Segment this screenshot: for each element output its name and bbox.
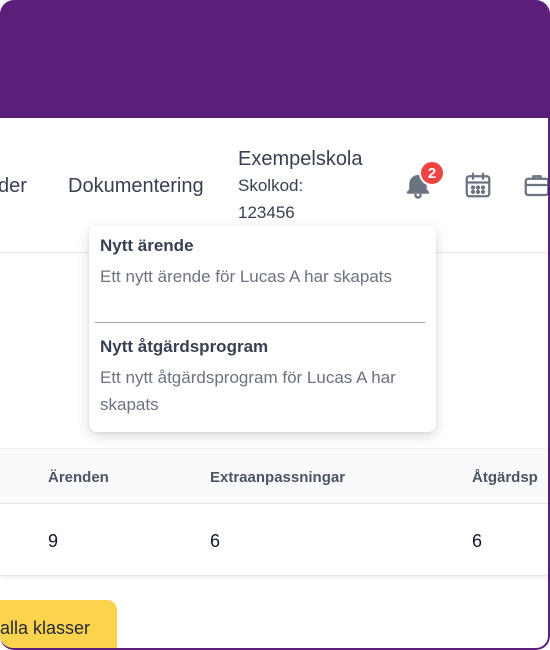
notification-text: Ett nytt åtgärdsprogram för Lucas A har … <box>100 368 396 414</box>
notification-item[interactable]: Nytt ärende Ett nytt ärende för Lucas A … <box>100 235 420 290</box>
class-table: Ärenden Extraanpassningar Åtgärdsp 9 6 6 <box>0 448 548 578</box>
table-cell: 9 <box>48 531 59 551</box>
table-cell: 6 <box>472 531 483 551</box>
briefcase-icon[interactable] <box>522 170 548 200</box>
nav-item-documentation[interactable]: Dokumentering <box>68 175 204 198</box>
table-header: Ärenden Extraanpassningar Åtgärdsp <box>0 448 548 504</box>
header-band <box>0 0 548 118</box>
app-window: der Dokumentering Exempelskola Skolkod: … <box>0 0 550 650</box>
divider <box>95 322 425 323</box>
notification-text: Ett nytt ärende för Lucas A har skapats <box>100 267 393 286</box>
table-cell: 6 <box>210 531 221 551</box>
notification-item[interactable]: Nytt åtgärdsprogram Ett nytt åtgärdsprog… <box>100 336 420 418</box>
notifications-dropdown: Nytt ärende Ett nytt ärende för Lucas A … <box>89 226 436 432</box>
table-row[interactable]: 9 6 6 <box>0 504 548 576</box>
school-code: 123456 <box>238 203 295 222</box>
nav-item-partial[interactable]: der <box>0 175 27 198</box>
calendar-icon[interactable] <box>463 170 493 200</box>
all-classes-button[interactable]: alla klasser <box>0 600 117 648</box>
column-header: Ärenden <box>48 469 109 486</box>
school-code-label: Skolkod: <box>238 176 304 195</box>
school-info: Exempelskola Skolkod: 123456 <box>238 146 363 226</box>
column-header: Åtgärdsp <box>472 469 538 486</box>
notification-title: Nytt ärende <box>100 236 194 255</box>
school-name: Exempelskola <box>238 148 363 170</box>
notification-badge: 2 <box>419 160 445 186</box>
column-header: Extraanpassningar <box>210 469 346 486</box>
notification-title: Nytt åtgärdsprogram <box>100 337 269 356</box>
